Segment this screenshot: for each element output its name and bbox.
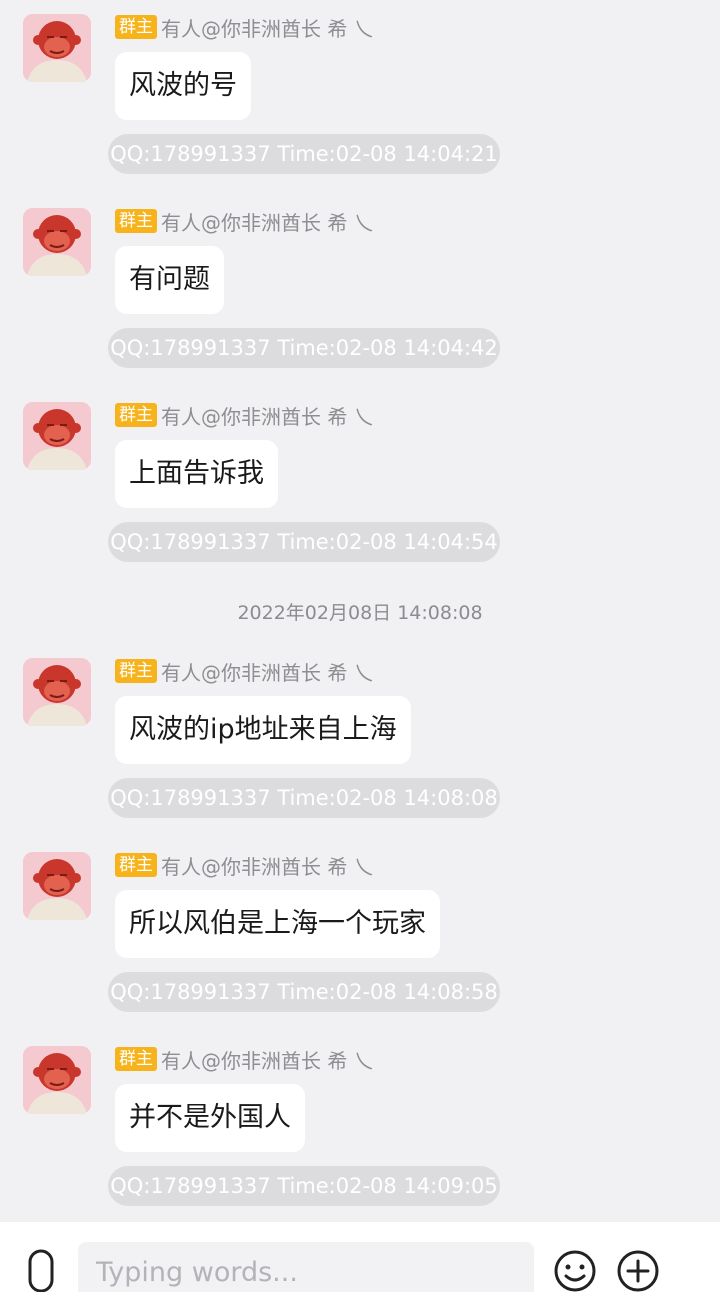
message-bubble[interactable]: 上面告诉我 (115, 440, 278, 508)
input-bar (0, 1222, 720, 1292)
message-meta: QQ:178991337 Time:02-08 14:08:58 (108, 972, 500, 1012)
owner-badge: 群主 (115, 209, 157, 233)
message-item: 群主 有人@你非洲酋长 希 乀 有问题 QQ:178991337 Time:02… (0, 208, 720, 398)
message-item: 群主 有人@你非洲酋长 希 乀 上面告诉我 QQ:178991337 Time:… (0, 402, 720, 592)
sender-name[interactable]: 有人@你非洲酋长 希 乀 (161, 207, 374, 236)
message-meta: QQ:178991337 Time:02-08 14:04:21 (108, 134, 500, 174)
sender-header: 群主 有人@你非洲酋长 希 乀 (115, 13, 374, 42)
message-item: 群主 有人@你非洲酋长 希 乀 并不是外国人 QQ:178991337 Time… (0, 1046, 720, 1222)
owner-badge: 群主 (115, 15, 157, 39)
message-item: 群主 有人@你非洲酋长 希 乀 风波的号 QQ:178991337 Time:0… (0, 14, 720, 204)
avatar[interactable] (23, 1046, 91, 1114)
sender-header: 群主 有人@你非洲酋长 希 乀 (115, 851, 374, 880)
date-divider: 2022年02月08日 14:08:08 (237, 602, 483, 624)
avatar[interactable] (23, 402, 91, 470)
owner-badge: 群主 (115, 853, 157, 877)
sender-name[interactable]: 有人@你非洲酋长 希 乀 (161, 657, 374, 686)
avatar[interactable] (23, 14, 91, 82)
smiley-icon[interactable] (553, 1249, 597, 1292)
message-meta: QQ:178991337 Time:02-08 14:04:54 (108, 522, 500, 562)
message-bubble[interactable]: 所以风伯是上海一个玩家 (115, 890, 440, 958)
message-item: 群主 有人@你非洲酋长 希 乀 风波的ip地址来自上海 QQ:178991337… (0, 658, 720, 848)
sender-name[interactable]: 有人@你非洲酋长 希 乀 (161, 1045, 374, 1074)
microphone-icon[interactable] (20, 1249, 62, 1292)
message-list[interactable]: 群主 有人@你非洲酋长 希 乀 风波的号 QQ:178991337 Time:0… (0, 0, 720, 1222)
avatar[interactable] (23, 658, 91, 726)
message-item: 群主 有人@你非洲酋长 希 乀 所以风伯是上海一个玩家 QQ:178991337… (0, 852, 720, 1042)
message-input[interactable] (78, 1242, 534, 1292)
plus-circle-icon[interactable] (616, 1249, 660, 1292)
avatar[interactable] (23, 852, 91, 920)
message-meta: QQ:178991337 Time:02-08 14:09:05 (108, 1166, 500, 1206)
owner-badge: 群主 (115, 403, 157, 427)
sender-header: 群主 有人@你非洲酋长 希 乀 (115, 207, 374, 236)
sender-header: 群主 有人@你非洲酋长 希 乀 (115, 1045, 374, 1074)
owner-badge: 群主 (115, 659, 157, 683)
owner-badge: 群主 (115, 1047, 157, 1071)
sender-name[interactable]: 有人@你非洲酋长 希 乀 (161, 851, 374, 880)
avatar[interactable] (23, 208, 91, 276)
sender-header: 群主 有人@你非洲酋长 希 乀 (115, 657, 374, 686)
message-bubble[interactable]: 并不是外国人 (115, 1084, 305, 1152)
message-meta: QQ:178991337 Time:02-08 14:08:08 (108, 778, 500, 818)
sender-name[interactable]: 有人@你非洲酋长 希 乀 (161, 13, 374, 42)
message-bubble[interactable]: 有问题 (115, 246, 224, 314)
message-bubble[interactable]: 风波的ip地址来自上海 (115, 696, 411, 764)
message-meta: QQ:178991337 Time:02-08 14:04:42 (108, 328, 500, 368)
message-bubble[interactable]: 风波的号 (115, 52, 251, 120)
sender-name[interactable]: 有人@你非洲酋长 希 乀 (161, 401, 374, 430)
chat-screen: 群主 有人@你非洲酋长 希 乀 风波的号 QQ:178991337 Time:0… (0, 0, 720, 1292)
sender-header: 群主 有人@你非洲酋长 希 乀 (115, 401, 374, 430)
